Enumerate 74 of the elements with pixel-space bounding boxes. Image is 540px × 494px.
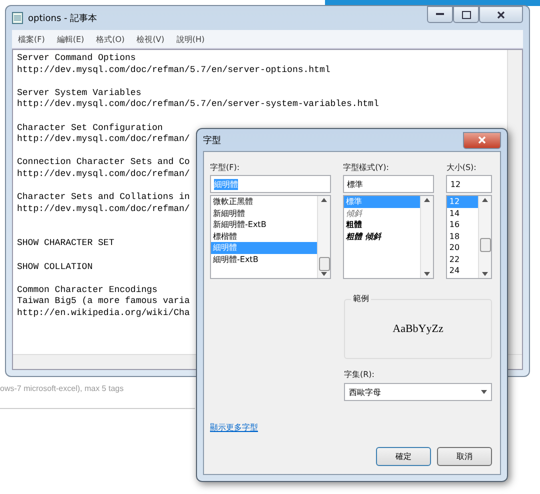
dialog-title: 字型 [203, 134, 221, 146]
ok-button[interactable]: 確定 [376, 447, 431, 466]
maximize-icon [462, 10, 470, 18]
list-item[interactable]: 微軟正黑體 [211, 196, 318, 208]
list-box[interactable]: 標準 傾斜 粗體 粗體 傾斜 [343, 195, 434, 279]
scroll-thumb[interactable] [318, 257, 330, 271]
list-item[interactable]: 傾斜 [344, 208, 420, 219]
field-label: 字型樣式(Y): [343, 162, 390, 173]
font-size-field[interactable]: 12 [446, 175, 492, 193]
list-item[interactable]: 16 [447, 219, 478, 230]
menu-item[interactable]: 編輯(E) [56, 34, 84, 44]
text-line: SHOW COLLATION [17, 262, 93, 274]
vertical-scrollbar[interactable] [507, 50, 522, 354]
group-label: 範例 [351, 293, 371, 304]
text-line: Character Sets and Collations in [17, 192, 190, 204]
field-label: 大小(S): [446, 162, 478, 173]
list-item[interactable]: 粗體 傾斜 [344, 230, 420, 242]
scrollbar[interactable] [478, 196, 491, 278]
minimize-icon [436, 13, 444, 16]
up-arrow-icon[interactable] [482, 198, 488, 202]
text-line: Connection Character Sets and Co [17, 157, 190, 169]
sample-text: AaBbYyZz [392, 323, 444, 335]
list-item[interactable]: 標楷體 [211, 230, 318, 242]
text-line: http://dev.mysql.com/doc/refman/5.7/en/server-system-variables.html [17, 99, 379, 111]
list-item[interactable]: 22 [447, 254, 478, 265]
field-label: 字集(R): [344, 369, 376, 380]
list-item[interactable]: 24 [447, 265, 478, 276]
list-box[interactable]: 微軟正黑體 新細明體 新細明體-ExtB 標楷體 細明體 細明體-ExtB [210, 195, 332, 279]
text-line: http://dev.mysql.com/doc/refman/ [17, 134, 190, 146]
field-label: 字型(F): [210, 162, 241, 173]
text-line: Server Command Options [17, 53, 136, 65]
down-arrow-icon[interactable] [424, 272, 430, 276]
window-title: options - 記事本 [28, 12, 98, 24]
tags-hint: ows-7 microsoft-excel), max 5 tags [0, 384, 124, 393]
down-arrow-icon[interactable] [481, 390, 487, 394]
text-line: http://en.wikipedia.org/wiki/Cha [17, 308, 190, 320]
down-arrow-icon[interactable] [482, 272, 488, 276]
list-item[interactable]: 14 [447, 208, 478, 219]
close-button[interactable] [463, 132, 501, 148]
text-line: Taiwan Big5 (a more famous varia [17, 296, 190, 308]
scroll-thumb[interactable] [480, 238, 490, 252]
close-button[interactable] [479, 6, 523, 23]
list-item[interactable]: 細明體-ExtB [211, 254, 318, 265]
menu-item[interactable]: 格式(O) [96, 34, 125, 44]
list-item[interactable]: 20 [447, 242, 478, 254]
list-item[interactable]: 粗體 [344, 219, 420, 230]
close-icon [478, 136, 486, 144]
text-line: http://dev.mysql.com/doc/refman/ [17, 204, 190, 216]
list-item[interactable]: 新細明體 [211, 208, 318, 219]
list-box[interactable]: 12 14 16 18 20 22 24 [446, 195, 492, 279]
text-line: Common Character Encodings [17, 284, 158, 296]
list-item[interactable]: 新細明體-ExtB [211, 219, 318, 230]
text-line: Character Set Configuration [17, 122, 163, 134]
up-arrow-icon[interactable] [424, 198, 430, 202]
more-fonts-link[interactable]: 顯示更多字型 [210, 422, 492, 433]
close-icon [497, 10, 505, 18]
scrollbar[interactable] [317, 196, 330, 278]
text-line: Server System Variables [17, 88, 142, 100]
menu-item[interactable]: 檢視(V) [136, 34, 164, 44]
up-arrow-icon[interactable] [321, 198, 328, 202]
scrollbar[interactable] [420, 196, 434, 278]
minimize-button[interactable] [427, 6, 453, 23]
menu-item[interactable]: 檔案(F) [18, 34, 45, 44]
cancel-button[interactable]: 取消 [437, 447, 492, 466]
font-style-field[interactable]: 標準 [343, 175, 434, 193]
text-line: SHOW CHARACTER SET [17, 238, 114, 250]
text-line: http://dev.mysql.com/doc/refman/5.7/en/server-options.html [17, 64, 330, 76]
script-dropdown[interactable]: 西歐字母 [344, 383, 492, 401]
notepad-icon [12, 12, 23, 24]
maximize-button[interactable] [453, 6, 479, 23]
down-arrow-icon[interactable] [321, 272, 328, 276]
list-item[interactable]: 18 [447, 230, 478, 242]
menu-item[interactable]: 說明(H) [176, 34, 205, 44]
text-line: http://dev.mysql.com/doc/refman/ [17, 168, 190, 181]
